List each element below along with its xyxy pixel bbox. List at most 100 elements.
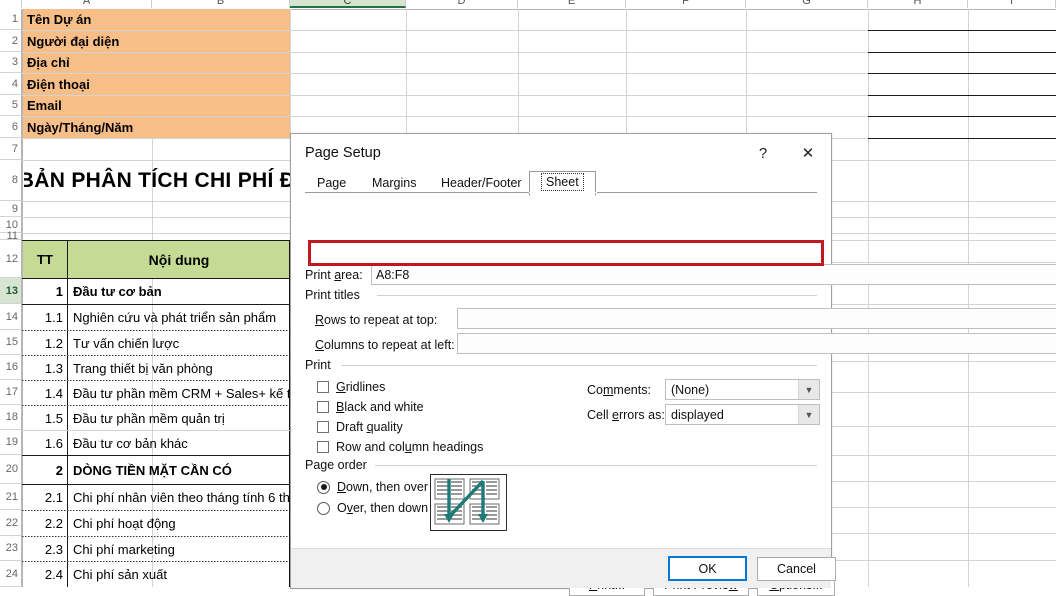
checkbox-row-and-column-headings[interactable]: Row and column headings bbox=[317, 440, 483, 454]
cell-a5[interactable]: Email bbox=[23, 95, 290, 116]
column-header-B[interactable]: B bbox=[152, 0, 290, 8]
row-header-18[interactable]: 18 bbox=[0, 405, 22, 430]
row-header-7[interactable]: 7 bbox=[0, 138, 22, 160]
row-header-23[interactable]: 23 bbox=[0, 536, 22, 561]
column-header-H[interactable]: H bbox=[868, 0, 968, 8]
cell-tt-20[interactable]: 2 bbox=[23, 457, 67, 484]
column-header-G[interactable]: G bbox=[746, 0, 868, 8]
cell-header-tt[interactable]: TT bbox=[23, 241, 67, 278]
ok-button[interactable]: OK bbox=[668, 556, 747, 581]
row-header-2[interactable]: 2 bbox=[0, 30, 22, 52]
cell-tt-16[interactable]: 1.3 bbox=[23, 356, 67, 380]
cell-tt-24[interactable]: 2.4 bbox=[23, 562, 67, 587]
column-header-A[interactable]: A bbox=[22, 0, 152, 8]
gridlines-checkbox-box[interactable] bbox=[317, 381, 329, 393]
cell-tt-14[interactable]: 1.1 bbox=[23, 305, 67, 330]
row-header-21[interactable]: 21 bbox=[0, 484, 22, 510]
help-icon[interactable]: ? bbox=[741, 134, 785, 172]
cell-content-19[interactable]: Đầu tư cơ bản khác bbox=[69, 431, 290, 455]
checkbox-gridlines[interactable]: Gridlines bbox=[317, 380, 385, 394]
black-and-white-checkbox-box[interactable] bbox=[317, 401, 329, 413]
gridline-right-12 bbox=[830, 533, 1056, 534]
cell-content-17[interactable]: Đầu tư phần mềm CRM + Sales+ kế toán bbox=[69, 381, 290, 405]
tab-margins[interactable]: Margins bbox=[360, 172, 428, 194]
cell-content-15[interactable]: Tư vấn chiến lược bbox=[69, 331, 290, 355]
row-header-8[interactable]: 8 bbox=[0, 160, 22, 201]
cell-a2[interactable]: Người đại diện bbox=[23, 30, 290, 52]
tab-sheet-label: Sheet bbox=[541, 173, 584, 191]
draft-quality-checkbox-box[interactable] bbox=[317, 421, 329, 433]
checkbox-black-and-white[interactable]: Black and white bbox=[317, 400, 424, 414]
checkbox-draft-quality[interactable]: Draft quality bbox=[317, 420, 403, 434]
row-header-15[interactable]: 15 bbox=[0, 330, 22, 355]
over-then-down-label: Over, then down bbox=[337, 501, 429, 515]
row-header-1[interactable]: 1 bbox=[0, 9, 22, 30]
cell-tt-23[interactable]: 2.3 bbox=[23, 537, 67, 561]
down-then-over-radio[interactable] bbox=[317, 480, 330, 494]
row-header-3[interactable]: 3 bbox=[0, 52, 22, 73]
column-header-I[interactable]: I bbox=[968, 0, 1056, 8]
row-header-16[interactable]: 16 bbox=[0, 355, 22, 380]
column-header-E[interactable]: E bbox=[518, 0, 626, 8]
row-header-6[interactable]: 6 bbox=[0, 116, 22, 138]
column-header-F[interactable]: F bbox=[626, 0, 746, 8]
cell-a3[interactable]: Địa chỉ bbox=[23, 52, 290, 73]
cell-tt-19[interactable]: 1.6 bbox=[23, 431, 67, 455]
hardline-c bbox=[868, 73, 1056, 74]
over-then-down-radio[interactable] bbox=[317, 501, 330, 515]
row-header-11[interactable]: 11 bbox=[0, 230, 22, 242]
chevron-down-icon[interactable]: ▼ bbox=[798, 380, 819, 399]
row-header-17[interactable]: 17 bbox=[0, 380, 22, 405]
radio-over-then-down[interactable]: Over, then down bbox=[317, 501, 428, 515]
row-header-12[interactable]: 12 bbox=[0, 240, 22, 278]
row-header-20[interactable]: 20 bbox=[0, 455, 22, 484]
radio-down-then-over[interactable]: Down, then over bbox=[317, 480, 428, 494]
tab-header-footer[interactable]: Header/Footer bbox=[429, 172, 534, 194]
dialog-title-bar[interactable]: Page Setup ? ✕ bbox=[291, 134, 831, 172]
row-header-13[interactable]: 13 bbox=[0, 278, 22, 304]
cell-content-14[interactable]: Nghiên cứu và phát triển sản phẩm bbox=[69, 305, 290, 330]
cell-content-23[interactable]: Chi phí marketing bbox=[69, 537, 290, 561]
cell-header-noidung[interactable]: Nội dung bbox=[68, 241, 290, 278]
row-header-9[interactable]: 9 bbox=[0, 201, 22, 217]
cell-a6[interactable]: Ngày/Tháng/Năm bbox=[23, 116, 290, 138]
tab-page[interactable]: Page bbox=[305, 172, 358, 194]
row-header-14[interactable]: 14 bbox=[0, 304, 22, 330]
chevron-down-icon-2[interactable]: ▼ bbox=[798, 405, 819, 424]
cell-a4[interactable]: Điện thoại bbox=[23, 73, 290, 95]
comments-select[interactable]: (None) ▼ bbox=[665, 379, 820, 400]
cell-content-24[interactable]: Chi phí sản xuất bbox=[69, 562, 290, 587]
cell-title-a8[interactable]: BẢN PHÂN TÍCH CHI PHÍ Đ bbox=[24, 161, 290, 200]
cell-content-21[interactable]: Chi phí nhân viên theo tháng tính 6 thán… bbox=[69, 485, 290, 510]
row-and-column-headings-checkbox-box[interactable] bbox=[317, 441, 329, 453]
print-area-label: Print area: bbox=[305, 268, 363, 282]
cell-tt-21[interactable]: 2.1 bbox=[23, 485, 67, 510]
cell-tt-13[interactable]: 1 bbox=[23, 279, 67, 304]
row-header-19[interactable]: 19 bbox=[0, 430, 22, 455]
cell-errors-select[interactable]: displayed ▼ bbox=[665, 404, 820, 425]
row-header-5[interactable]: 5 bbox=[0, 95, 22, 116]
cell-content-18[interactable]: Đầu tư phần mềm quản trị bbox=[69, 406, 290, 430]
gridline-right-6 bbox=[830, 361, 1056, 362]
cell-content-22[interactable]: Chi phí hoạt động bbox=[69, 511, 290, 536]
cell-content-13[interactable]: Đầu tư cơ bản bbox=[69, 279, 290, 304]
cell-tt-18[interactable]: 1.5 bbox=[23, 406, 67, 430]
column-header-C[interactable]: C bbox=[290, 0, 406, 8]
cancel-button[interactable]: Cancel bbox=[757, 557, 836, 581]
row-header-4[interactable]: 4 bbox=[0, 73, 22, 95]
cell-a1[interactable]: Tên Dự án bbox=[23, 9, 290, 30]
page-setup-dialog[interactable]: Page Setup ? ✕ Page Margins Header/Foote… bbox=[290, 133, 1056, 596]
cell-tt-17[interactable]: 1.4 bbox=[23, 381, 67, 405]
columns-to-repeat-input[interactable] bbox=[457, 333, 1056, 354]
column-header-D[interactable]: D bbox=[406, 0, 518, 8]
cell-tt-15[interactable]: 1.2 bbox=[23, 331, 67, 355]
cell-content-20[interactable]: DÒNG TIỀN MẶT CẦN CÓ bbox=[69, 457, 290, 484]
select-all-corner[interactable] bbox=[0, 0, 22, 8]
cell-content-16[interactable]: Trang thiết bị văn phòng bbox=[69, 356, 290, 380]
close-icon[interactable]: ✕ bbox=[785, 134, 831, 172]
row-header-22[interactable]: 22 bbox=[0, 510, 22, 536]
cell-tt-22[interactable]: 2.2 bbox=[23, 511, 67, 536]
row-header-24[interactable]: 24 bbox=[0, 561, 22, 587]
print-area-input[interactable]: A8:F8 bbox=[371, 264, 1056, 285]
rows-to-repeat-input[interactable] bbox=[457, 308, 1056, 329]
